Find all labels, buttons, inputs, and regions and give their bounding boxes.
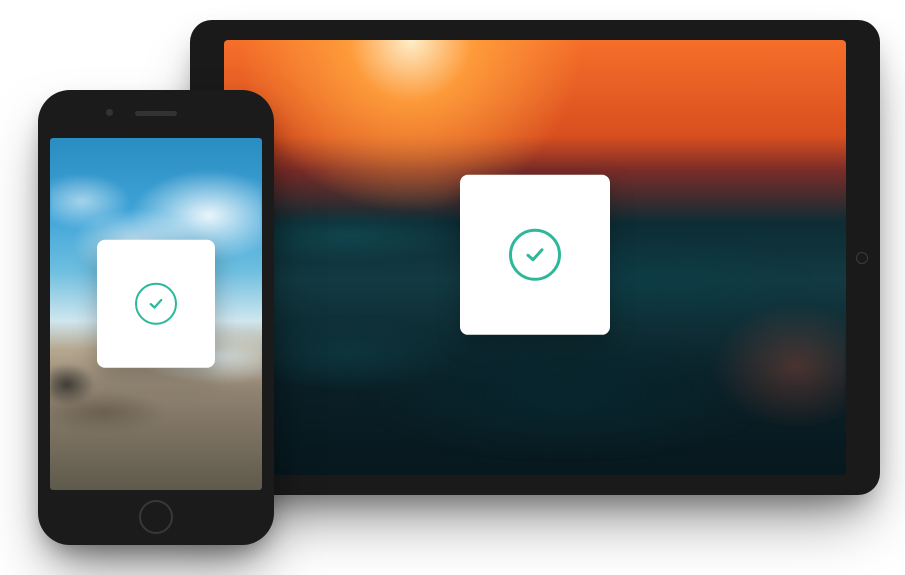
phone-speaker — [135, 111, 177, 116]
checkmark-circle-icon — [135, 283, 177, 325]
checkmark-circle-icon — [509, 228, 561, 280]
phone-camera — [106, 109, 113, 116]
phone-device — [38, 90, 274, 545]
phone-screen — [50, 138, 262, 490]
phone-home-button[interactable] — [139, 500, 173, 534]
device-mockup-stage — [0, 0, 905, 575]
tablet-device — [190, 20, 880, 495]
tablet-home-button[interactable] — [856, 252, 868, 264]
tablet-success-card — [460, 174, 610, 334]
phone-success-card — [97, 240, 215, 368]
tablet-screen — [224, 40, 846, 475]
